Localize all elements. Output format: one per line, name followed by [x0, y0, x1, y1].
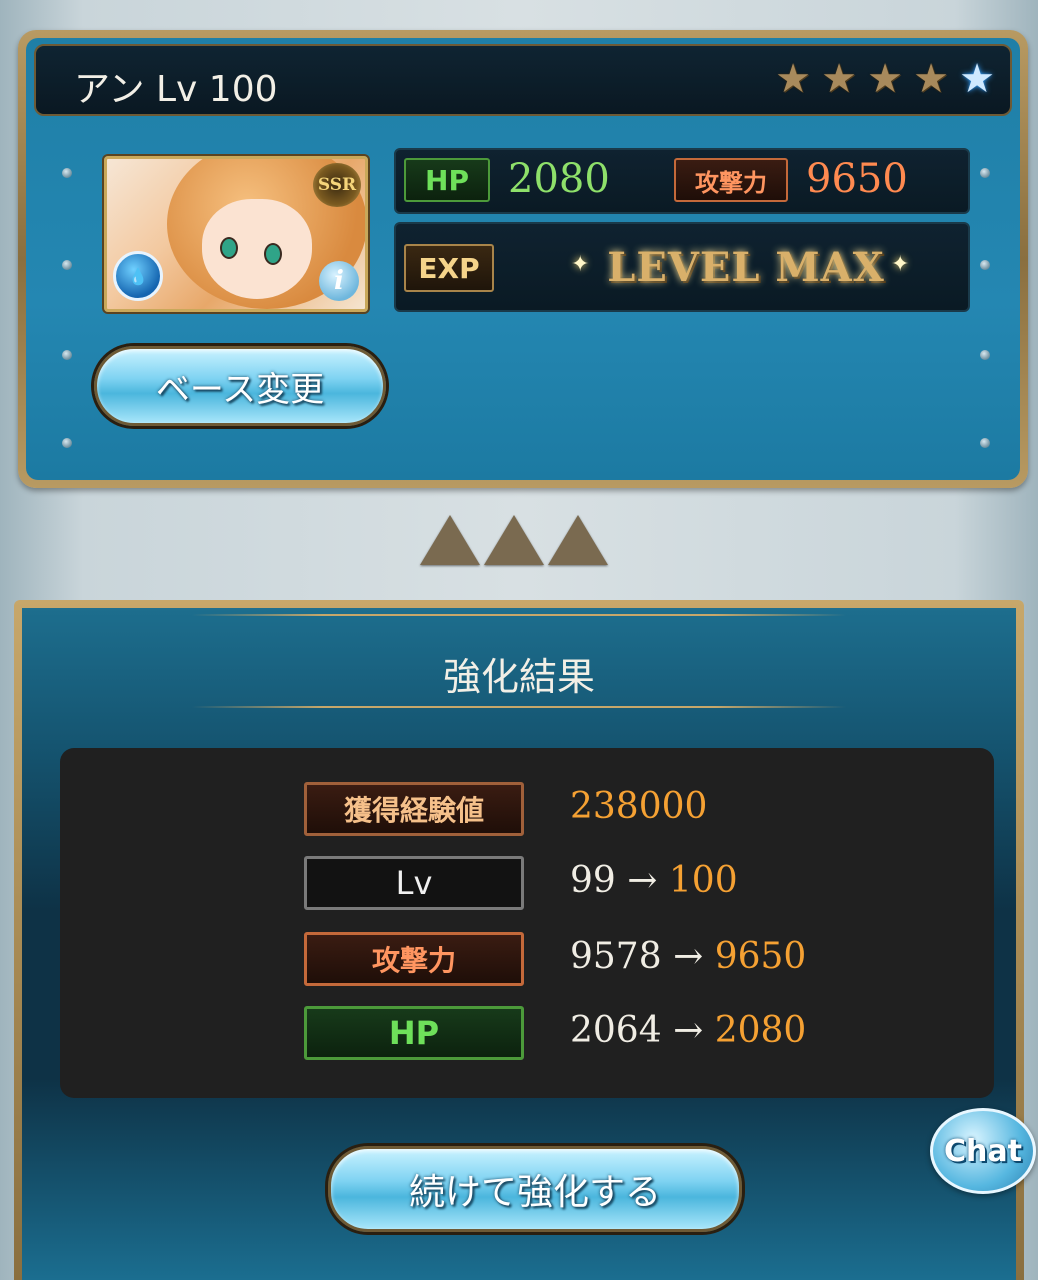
rivet-icon: [980, 168, 990, 178]
hp-before: 2064: [570, 1010, 662, 1051]
level-change: 99 → 100: [570, 860, 738, 901]
result-title: 強化結果: [442, 655, 595, 699]
result-card-body: 強化結果 獲得経験値 238000 Lv 99 → 100 攻撃力 9578 →…: [22, 608, 1016, 1280]
rivet-icon: [980, 350, 990, 360]
gained-exp-label: 獲得経験値: [304, 782, 524, 836]
continue-enhance-button[interactable]: 続けて強化する: [328, 1146, 742, 1232]
star-icon: ★: [775, 56, 811, 102]
arrow-right-icon: →: [627, 860, 658, 901]
attack-label: 攻撃力: [304, 932, 524, 986]
hp-chip: HP: [404, 158, 490, 202]
rivet-icon: [980, 438, 990, 448]
attack-change: 9578 → 9650: [570, 936, 806, 977]
level-after: 100: [668, 860, 738, 901]
portrait-eye: [220, 237, 238, 259]
character-card-body: アン Lv 100 ★ ★ ★ ★ ★ SSR 💧 i HP 2080 攻撃力 …: [26, 38, 1020, 480]
water-element-icon: 💧: [113, 251, 163, 301]
ornament-line: [192, 706, 846, 708]
gained-exp-value: 238000: [570, 786, 708, 827]
rivet-icon: [62, 350, 72, 360]
star-icon: ★: [867, 56, 903, 102]
attack-value: 9650: [806, 156, 908, 202]
sparkle-icon: ✦: [571, 252, 590, 277]
triangle-arrow-icon: [420, 515, 480, 565]
triangle-arrow-icon: [548, 515, 608, 565]
portrait-eye: [264, 243, 282, 265]
result-card: 強化結果 獲得経験値 238000 Lv 99 → 100 攻撃力 9578 →…: [14, 600, 1024, 1280]
up-arrows: [420, 515, 608, 565]
rivet-icon: [62, 438, 72, 448]
star-icon: ★: [821, 56, 857, 102]
info-icon[interactable]: i: [319, 261, 359, 301]
rivet-icon: [980, 260, 990, 270]
ssr-badge: SSR: [313, 163, 361, 207]
hp-after: 2080: [714, 1010, 807, 1051]
portrait-face: [202, 199, 312, 299]
uncap-stars: ★ ★ ★ ★ ★: [772, 58, 998, 100]
character-title-bar: アン Lv 100 ★ ★ ★ ★ ★: [34, 44, 1012, 116]
base-change-button[interactable]: ベース変更: [94, 346, 386, 426]
exp-box: EXP LEVEL MAX ✦ ✦: [394, 222, 970, 312]
star-icon: ★: [913, 56, 949, 102]
character-name-level: アン Lv 100: [74, 69, 278, 110]
character-portrait[interactable]: SSR 💧 i: [104, 156, 368, 312]
exp-chip: EXP: [404, 244, 494, 292]
attack-after: 9650: [714, 936, 807, 977]
character-card: アン Lv 100 ★ ★ ★ ★ ★ SSR 💧 i HP 2080 攻撃力 …: [18, 30, 1028, 488]
rivet-icon: [62, 168, 72, 178]
arrow-right-icon: →: [673, 936, 704, 977]
ornament-line: [192, 614, 846, 616]
stats-box: HP 2080 攻撃力 9650: [394, 148, 970, 214]
hp-change: 2064 → 2080: [570, 1010, 806, 1051]
arrow-right-icon: →: [673, 1010, 704, 1051]
sparkle-icon: ✦: [891, 252, 910, 277]
triangle-arrow-icon: [484, 515, 544, 565]
attack-chip: 攻撃力: [674, 158, 788, 202]
blue-star-icon: ★: [959, 56, 995, 102]
hp-label: HP: [304, 1006, 524, 1060]
result-panel: 獲得経験値 238000 Lv 99 → 100 攻撃力 9578 → 9650…: [60, 748, 994, 1098]
rivet-icon: [62, 260, 72, 270]
attack-before: 9578: [570, 936, 662, 977]
level-label: Lv: [304, 856, 524, 910]
hp-value: 2080: [508, 156, 610, 202]
chat-button[interactable]: Chat: [930, 1108, 1036, 1194]
level-before: 99: [570, 860, 616, 901]
